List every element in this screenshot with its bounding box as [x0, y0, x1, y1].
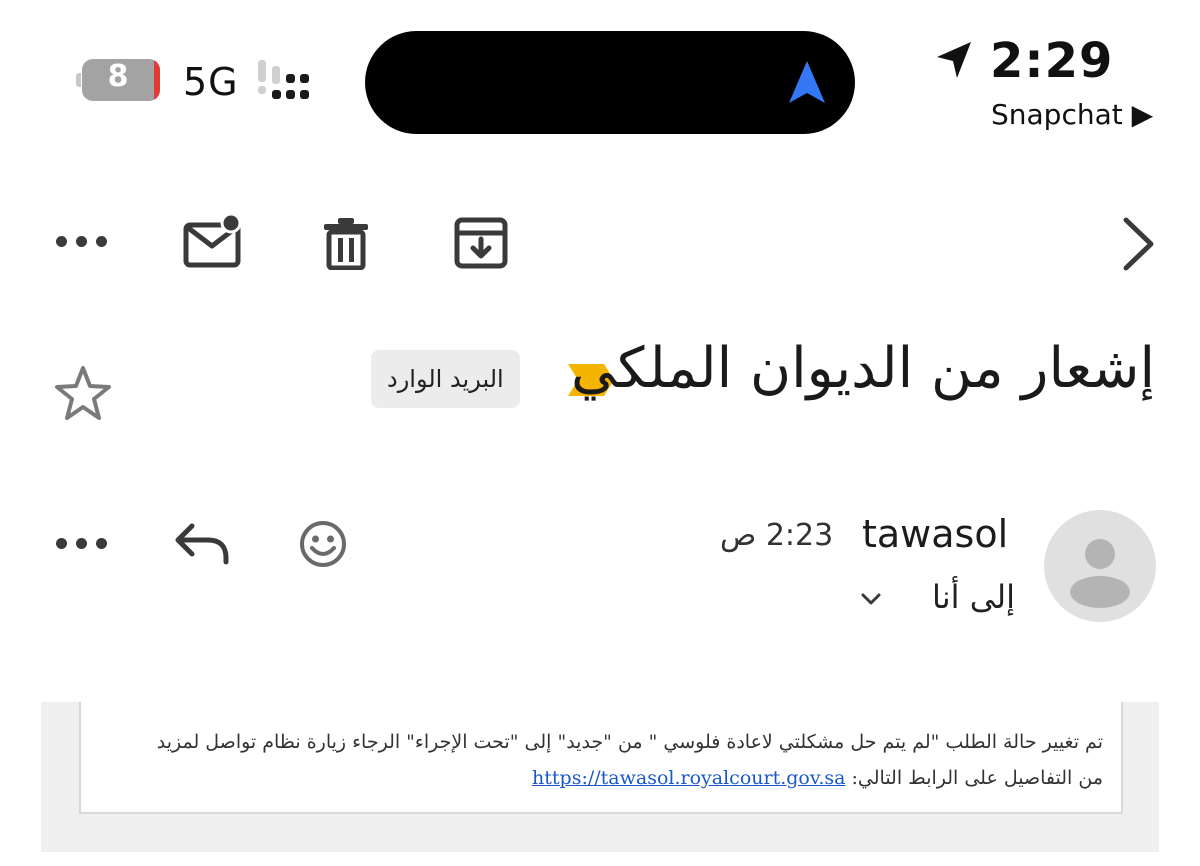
- reply-icon[interactable]: [174, 522, 230, 566]
- signal-strength-icon: [258, 60, 309, 99]
- message-more-options-icon[interactable]: [56, 538, 107, 549]
- recipient-line: إلى أنا: [931, 578, 1015, 616]
- chevron-down-icon[interactable]: [860, 592, 882, 606]
- battery-level: 8: [107, 59, 129, 94]
- email-subject: إشعار من الديوان الملكي: [571, 336, 1155, 401]
- chevron-right-icon[interactable]: [1121, 216, 1157, 272]
- battery-indicator: 8: [76, 59, 162, 101]
- back-to-app-link[interactable]: Snapchat ▶: [991, 98, 1153, 131]
- location-arrow-icon: [937, 42, 971, 78]
- body-link[interactable]: https://tawasol.royalcourt.gov.sa: [532, 767, 845, 789]
- network-type: 5G: [183, 60, 239, 104]
- more-options-icon[interactable]: [56, 236, 107, 247]
- body-paragraph-2: من التفاصيل على الرابط التالي: https://t…: [103, 760, 1103, 796]
- sender-name[interactable]: tawasol: [862, 512, 1008, 556]
- status-time: 2:29: [990, 33, 1114, 89]
- message-time: 2:23 ص: [720, 518, 834, 553]
- trash-icon[interactable]: [322, 216, 370, 270]
- body-paragraph: تم تغيير حالة الطلب "لم يتم حل مشكلتي لا…: [156, 731, 1103, 753]
- body-text-link-prefix: من التفاصيل على الرابط التالي:: [851, 767, 1104, 789]
- default-avatar-icon: [1070, 539, 1130, 608]
- mark-unread-icon[interactable]: [183, 213, 243, 268]
- dynamic-island[interactable]: [365, 31, 855, 134]
- emoji-reaction-icon[interactable]: [298, 519, 348, 569]
- archive-icon[interactable]: [454, 217, 508, 269]
- message-body: تم تغيير حالة الطلب "لم يتم حل مشكلتي لا…: [79, 702, 1123, 814]
- inbox-label-chip[interactable]: البريد الوارد: [371, 350, 520, 408]
- sender-avatar[interactable]: [1044, 510, 1156, 622]
- navigation-arrow-icon: [789, 61, 825, 103]
- star-icon[interactable]: [53, 364, 113, 422]
